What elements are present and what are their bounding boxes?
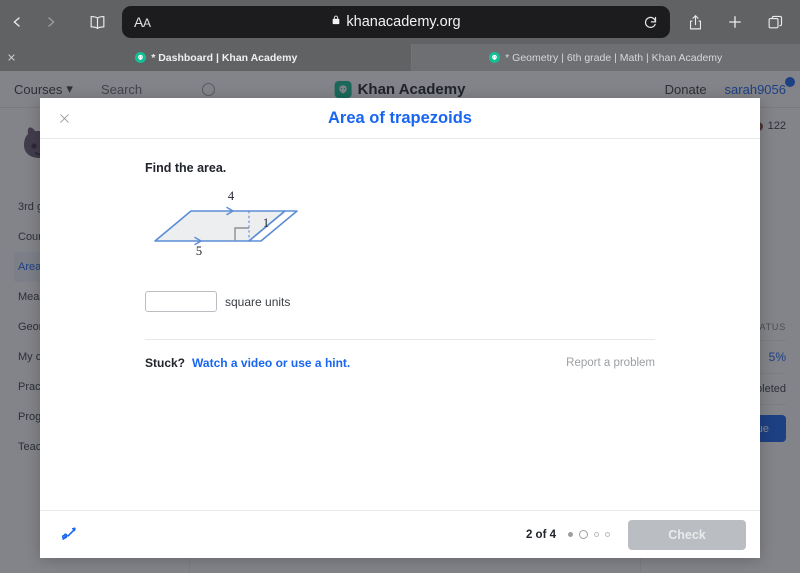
answer-row: square units — [145, 291, 760, 312]
back-icon[interactable] — [0, 5, 34, 39]
lock-icon — [331, 14, 341, 30]
new-tab-icon[interactable] — [718, 5, 752, 39]
url-text-group: khanacademy.org — [122, 14, 670, 30]
share-icon[interactable] — [678, 5, 712, 39]
modal-footer: 2 of 4 Check — [40, 510, 760, 558]
forward-icon[interactable] — [34, 5, 68, 39]
pencil-scribble-icon[interactable] — [54, 520, 84, 550]
figure-label-bottom: 5 — [196, 244, 202, 258]
progress-dot-2 — [579, 530, 588, 539]
bookmarks-icon[interactable] — [80, 5, 114, 39]
exercise-modal: Area of trapezoids Find the area. 4 5 1 … — [40, 98, 760, 558]
footer-right: 2 of 4 Check — [525, 519, 746, 550]
answer-input[interactable] — [145, 291, 217, 312]
tab-bar: * Dashboard | Khan Academy * Geometry | … — [0, 44, 800, 71]
close-icon[interactable] — [54, 108, 74, 128]
browser-toolbar: AAAA khanacademy.org — [0, 0, 800, 44]
progress-dot-4 — [605, 532, 610, 537]
figure-label-height: 1 — [263, 216, 269, 230]
url-text: khanacademy.org — [346, 14, 461, 30]
progress-dot-3 — [594, 532, 599, 537]
browser-tab-title: * Dashboard | Khan Academy — [151, 51, 298, 64]
trapezoid-figure: 4 5 1 — [145, 185, 405, 258]
reload-icon[interactable] — [643, 15, 658, 30]
browser-tab-geometry[interactable]: * Geometry | 6th grade | Math | Khan Aca… — [410, 44, 800, 71]
report-problem-link[interactable]: Report a problem — [566, 357, 655, 369]
modal-header: Area of trapezoids — [40, 98, 760, 139]
tabs-icon[interactable] — [758, 5, 792, 39]
browser-tab-dashboard[interactable]: * Dashboard | Khan Academy — [22, 44, 411, 71]
modal-title: Area of trapezoids — [328, 108, 472, 127]
hint-row: Stuck? Watch a video or use a hint. Repo… — [145, 356, 655, 370]
tab-close-button[interactable] — [0, 44, 22, 71]
khan-academy-favicon — [135, 52, 147, 63]
stuck-label: Stuck? — [145, 356, 186, 370]
progress-label: 2 of 4 — [525, 528, 556, 541]
question-prompt: Find the area. — [145, 161, 227, 175]
hint-link[interactable]: Watch a video or use a hint. — [192, 356, 350, 370]
answer-units-label: square units — [225, 294, 291, 309]
khan-academy-favicon — [489, 52, 501, 63]
text-size-button[interactable]: AAAA — [134, 14, 151, 30]
progress-dot-1 — [568, 532, 573, 537]
url-bar[interactable]: AAAA khanacademy.org — [122, 6, 670, 38]
browser-tab-title: * Geometry | 6th grade | Math | Khan Aca… — [505, 51, 723, 64]
modal-body: Find the area. 4 5 1 square units Stuck?… — [40, 139, 760, 510]
progress-dots — [568, 530, 610, 539]
screen-root: AAAA khanacademy.org — [0, 0, 800, 573]
figure-label-top: 4 — [228, 189, 235, 203]
divider — [145, 339, 655, 340]
check-button[interactable]: Check — [628, 519, 746, 550]
